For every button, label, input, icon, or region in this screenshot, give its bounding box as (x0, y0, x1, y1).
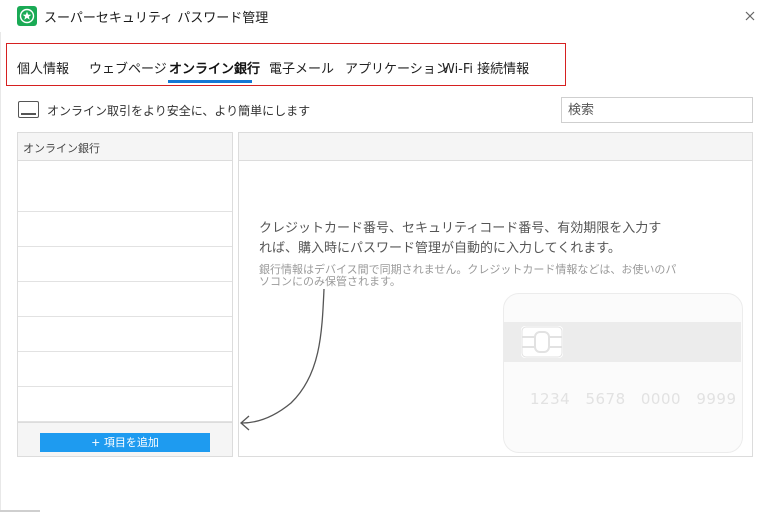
tab-web-pages[interactable]: ウェブページ (89, 58, 167, 77)
search-input[interactable] (561, 97, 753, 123)
window-left-edge (0, 32, 1, 512)
card-chip-icon (521, 326, 563, 358)
tab-wifi[interactable]: Wi-Fi 接続情報 (442, 58, 529, 77)
detail-header (239, 133, 752, 161)
add-item-button[interactable]: + 項目を追加 (40, 433, 210, 452)
window-title: スーパーセキュリティ パスワード管理 (44, 11, 269, 26)
active-tab-indicator (168, 80, 252, 83)
tab-bar: 個人情報 ウェブページ オンライン銀行 電子メール アプリケーション Wi-Fi… (6, 43, 566, 86)
hint-text: クレジットカード番号、セキュリティコード番号、有効期限を入力すれば、購入時にパス… (259, 221, 662, 256)
tab-personal-info[interactable]: 個人情報 (17, 58, 69, 77)
close-icon[interactable] (740, 6, 760, 26)
list-item[interactable] (18, 247, 232, 282)
card-icon (18, 101, 39, 118)
entry-list-panel: オンライン銀行 + 項目を追加 (17, 132, 233, 457)
title-bar: スーパーセキュリティ パスワード管理 (0, 0, 768, 32)
card-number-sample: 1234 5678 0000 9999 (530, 390, 737, 408)
list-item[interactable] (18, 162, 232, 212)
list-item[interactable] (18, 282, 232, 317)
list-item[interactable] (18, 352, 232, 387)
list-footer: + 項目を追加 (18, 422, 232, 456)
list-header: オンライン銀行 (18, 133, 232, 161)
tab-email[interactable]: 電子メール (269, 58, 334, 77)
star-icon (17, 6, 37, 26)
list-item[interactable] (18, 387, 232, 422)
tab-applications[interactable]: アプリケーション (345, 58, 449, 77)
tab-online-banking[interactable]: オンライン銀行 (169, 58, 260, 77)
credit-card-illustration: 1234 5678 0000 9999 (503, 293, 743, 453)
list-item[interactable] (18, 317, 232, 352)
list-item[interactable] (18, 212, 232, 247)
curved-arrow-icon (240, 288, 325, 431)
info-text: オンライン取引をより安全に、より簡単にします (47, 104, 311, 118)
